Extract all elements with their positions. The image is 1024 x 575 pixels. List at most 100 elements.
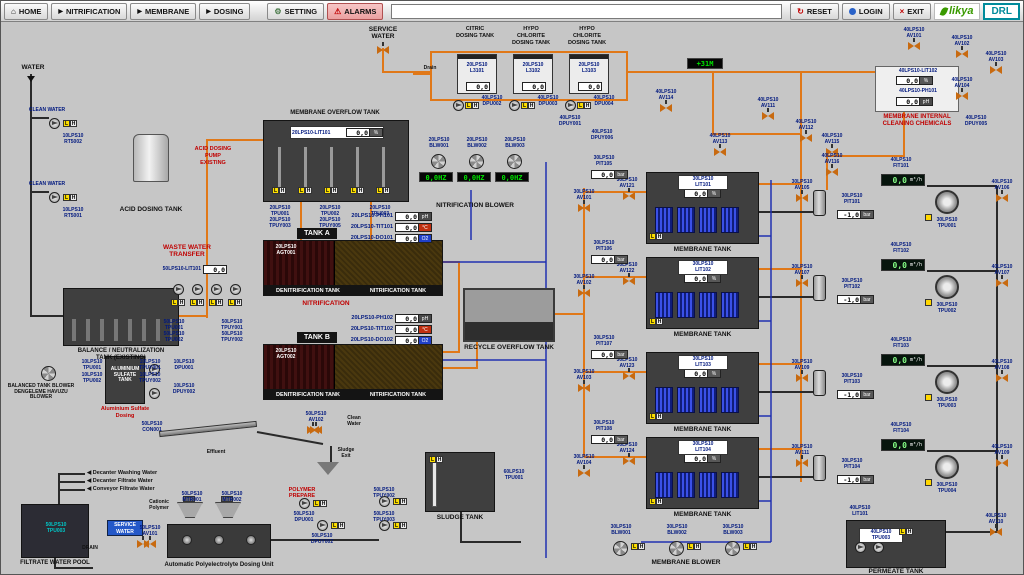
valve-icon[interactable] — [578, 465, 590, 477]
valve-status-indicator[interactable] — [925, 479, 932, 486]
nitrification-button[interactable]: ▶ NITRIFICATION — [51, 2, 128, 20]
valve-icon[interactable] — [796, 275, 808, 287]
blower-speed-display[interactable]: 0,0HZ — [419, 172, 453, 182]
waste-level-display[interactable]: 0,0 — [203, 265, 227, 274]
pump-icon[interactable] — [565, 100, 576, 111]
value-display[interactable]: -1,0 bar — [837, 390, 874, 399]
valve-status-indicator[interactable] — [925, 299, 932, 306]
cleaning-ph-display[interactable]: 0,0 pH — [896, 97, 933, 106]
overflow-level-display[interactable]: 20LPS10-LIT101 0,0 % — [290, 126, 384, 139]
dosing-tank-level[interactable]: 0,0 — [522, 82, 546, 91]
mixer-icon[interactable] — [246, 535, 256, 545]
value-display[interactable]: -1,0 bar — [837, 295, 874, 304]
pump-icon[interactable] — [317, 520, 328, 531]
flow-meter-icon[interactable] — [935, 370, 959, 394]
valve-icon[interactable] — [623, 453, 635, 465]
dosing-tank-level[interactable]: 0,0 — [466, 82, 490, 91]
valve-icon[interactable] — [578, 200, 590, 212]
value-display[interactable]: -1,0 bar — [837, 475, 874, 484]
pump-icon[interactable] — [230, 284, 241, 295]
valve-icon[interactable] — [996, 370, 1008, 382]
pump-icon[interactable] — [509, 100, 520, 111]
command-input[interactable] — [391, 3, 783, 19]
valve-icon[interactable] — [660, 100, 672, 112]
valve-status-indicator[interactable] — [925, 394, 932, 401]
valve-icon[interactable] — [996, 275, 1008, 287]
blower-fan-icon[interactable] — [613, 541, 628, 556]
ph-display-row[interactable]: 20LPS10-PH101 0,0 pH — [349, 212, 432, 221]
valve-icon[interactable] — [623, 188, 635, 200]
valve-icon[interactable] — [990, 524, 1002, 536]
pump-icon[interactable] — [379, 496, 390, 507]
valve-icon[interactable] — [714, 144, 726, 156]
dosing-tank-level[interactable]: 0,0 — [578, 82, 602, 91]
pump-icon[interactable] — [211, 284, 222, 295]
membrane-level-display[interactable]: 0,0% — [684, 274, 721, 283]
valve-icon[interactable] — [908, 38, 920, 50]
value-display[interactable]: 0,0 bar — [591, 350, 628, 359]
blower-fan-icon[interactable] — [431, 154, 446, 169]
pump-icon[interactable] — [379, 520, 390, 531]
flow-display[interactable]: 0,0 m³/h — [881, 259, 925, 271]
valve-icon[interactable] — [623, 273, 635, 285]
blower-fan-icon[interactable] — [669, 541, 684, 556]
temp-display-row[interactable]: 20LPS10-TIT101 0,0 °C — [349, 223, 432, 232]
exit-button[interactable]: × EXIT — [892, 2, 931, 20]
valve-icon[interactable] — [956, 88, 968, 100]
login-button[interactable]: LOGIN — [841, 2, 890, 20]
temp-display-row[interactable]: 20LPS10-TIT102 0,0 °C — [349, 325, 432, 334]
valve-icon[interactable] — [996, 190, 1008, 202]
valve-icon[interactable] — [377, 42, 389, 54]
setting-button[interactable]: ⚙ SETTING — [267, 2, 325, 20]
valve-icon[interactable] — [796, 190, 808, 202]
valve-icon[interactable] — [762, 108, 774, 120]
alarms-button[interactable]: ⚠ ALARMS — [327, 2, 384, 20]
flow-display[interactable]: 0,0 m³/h — [881, 439, 925, 451]
pump-icon[interactable] — [49, 192, 60, 203]
value-display[interactable]: -1,0 bar — [837, 210, 874, 219]
pump-icon[interactable] — [149, 388, 160, 399]
mixer-icon[interactable] — [214, 535, 224, 545]
valve-icon[interactable] — [137, 536, 149, 548]
valve-icon[interactable] — [956, 46, 968, 58]
valve-icon[interactable] — [578, 285, 590, 297]
ph-display-row[interactable]: 20LPS10-PH102 0,0 pH — [349, 314, 432, 323]
do-display-row[interactable]: 20LPS10-DO101 0,0 O2 — [349, 234, 432, 243]
pump-icon[interactable] — [299, 498, 310, 509]
valve-icon[interactable] — [307, 422, 319, 434]
flow-meter-icon[interactable] — [935, 190, 959, 214]
dosing-button[interactable]: ▶ DOSING — [199, 2, 251, 20]
reset-button[interactable]: ↻ RESET — [790, 2, 839, 20]
pump-icon[interactable] — [173, 284, 184, 295]
value-display[interactable]: 0,0 bar — [591, 255, 628, 264]
blower-fan-icon[interactable] — [507, 154, 522, 169]
valve-icon[interactable] — [578, 380, 590, 392]
blower-speed-display[interactable]: 0,0HZ — [457, 172, 491, 182]
cleaning-lit-display[interactable]: 0,0% — [896, 76, 933, 85]
pump-icon[interactable] — [453, 100, 464, 111]
valve-icon[interactable] — [796, 455, 808, 467]
blower-fan-icon[interactable] — [725, 541, 740, 556]
valve-icon[interactable] — [623, 368, 635, 380]
membrane-level-display[interactable]: 0,0% — [684, 454, 721, 463]
valve-icon[interactable] — [796, 370, 808, 382]
flow-display[interactable]: 0,0 m³/h — [881, 354, 925, 366]
valve-icon[interactable] — [996, 455, 1008, 467]
blower-fan-icon[interactable] — [469, 154, 484, 169]
blower-speed-display[interactable]: 0,0HZ — [495, 172, 529, 182]
flow-meter-icon[interactable] — [935, 275, 959, 299]
pump-icon[interactable] — [873, 542, 884, 553]
do-display-row[interactable]: 20LPS10-DO102 0,0 O2 — [349, 336, 432, 345]
membrane-level-display[interactable]: 0,0% — [684, 369, 721, 378]
valve-icon[interactable] — [826, 164, 838, 176]
pump-icon[interactable] — [192, 284, 203, 295]
flow-meter-icon[interactable] — [935, 455, 959, 479]
value-display[interactable]: 0,0 bar — [591, 170, 628, 179]
pump-icon[interactable] — [49, 118, 60, 129]
flow-display[interactable]: 0,0 m³/h — [881, 174, 925, 186]
valve-icon[interactable] — [990, 62, 1002, 74]
membrane-button[interactable]: ▶ MEMBRANE — [130, 2, 197, 20]
mixer-icon[interactable] — [182, 535, 192, 545]
home-button[interactable]: ⌂ HOME — [4, 2, 49, 20]
membrane-level-display[interactable]: 0,0% — [684, 189, 721, 198]
